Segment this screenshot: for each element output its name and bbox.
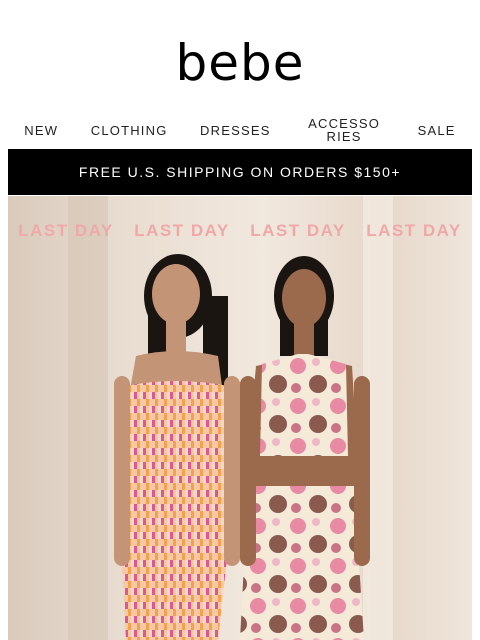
last-day-headline: LAST DAY LAST DAY LAST DAY LAST DAY [8, 220, 472, 242]
nav-item-accessories[interactable]: ACCESSORIES [303, 117, 385, 143]
last-day-text: LAST DAY [134, 221, 230, 240]
nav-item-sale[interactable]: SALE [418, 124, 456, 137]
main-nav: NEW CLOTHING DRESSES ACCESSORIES SALE [8, 112, 472, 148]
shipping-banner-text: FREE U.S. SHIPPING ON ORDERS $150+ [78, 164, 402, 180]
left-model-dress [118, 381, 234, 640]
last-day-text: LAST DAY [18, 221, 114, 240]
nav-item-dresses[interactable]: DRESSES [200, 124, 271, 137]
right-model-top [260, 354, 348, 456]
hero-photo [8, 196, 472, 640]
nav-item-new[interactable]: NEW [24, 124, 58, 137]
brand-logo[interactable]: bebe [0, 38, 480, 88]
shipping-banner[interactable]: FREE U.S. SHIPPING ON ORDERS $150+ [8, 149, 472, 195]
nav-item-clothing[interactable]: CLOTHING [91, 124, 168, 137]
right-model-skirt [240, 486, 364, 640]
hero-image[interactable] [8, 196, 472, 640]
last-day-text: LAST DAY [366, 221, 462, 240]
last-day-text: LAST DAY [250, 221, 346, 240]
